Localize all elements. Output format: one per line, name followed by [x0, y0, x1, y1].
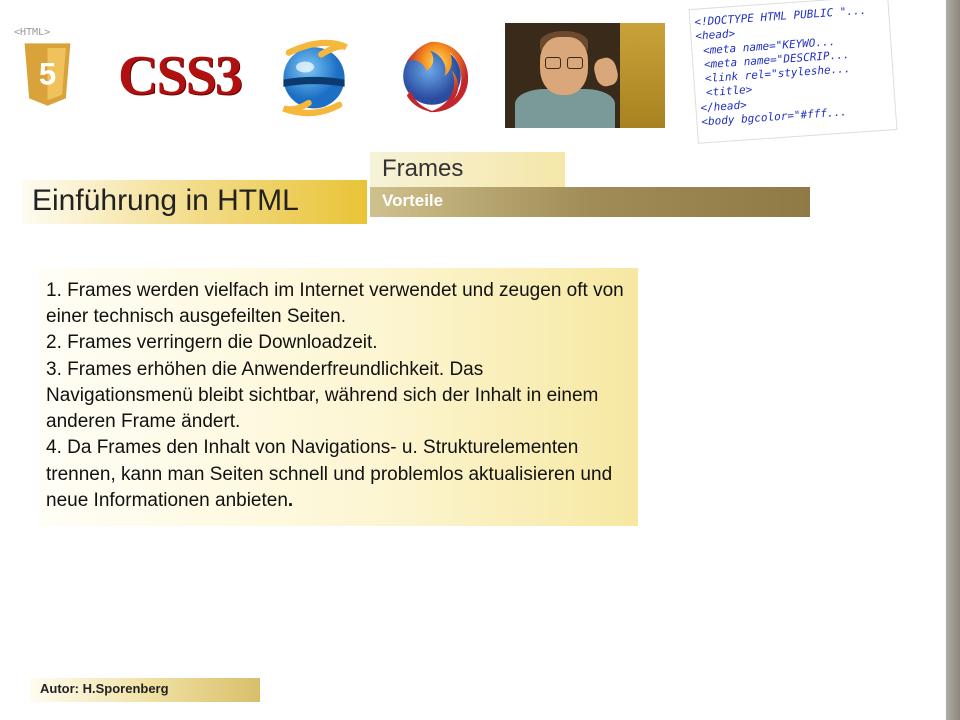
subtitle-bar: Vorteile	[370, 187, 810, 217]
code-snippet-image: <!DOCTYPE HTML PUBLIC "... <head> <meta …	[688, 0, 897, 144]
firefox-icon	[387, 31, 477, 121]
content-box: 1. Frames werden vielfach im Internet ve…	[38, 268, 638, 526]
section-tab: Frames	[370, 152, 565, 187]
html5-logo: <HTML> 5	[20, 31, 90, 121]
svg-text:5: 5	[39, 56, 56, 91]
header-logo-row: <HTML> 5 CSS3	[0, 0, 960, 140]
list-item-2: 2. Frames verringern die Downloadzeit.	[46, 330, 626, 356]
css3-logo-text: CSS3	[118, 44, 241, 108]
page-title: Einführung in HTML	[22, 180, 367, 224]
list-item-1: 1. Frames werden vielfach im Internet ve…	[46, 278, 626, 330]
author-footer: Autor: H.Sporenberg	[30, 678, 260, 702]
presenter-photo	[505, 23, 665, 128]
list-item-4: 4. Da Frames den Inhalt von Navigations-…	[46, 435, 626, 514]
title-area: Frames Einführung in HTML Vorteile	[0, 152, 960, 232]
internet-explorer-icon	[269, 31, 359, 121]
list-item-3: 3. Frames erhöhen die Anwenderfreundlich…	[46, 357, 626, 436]
